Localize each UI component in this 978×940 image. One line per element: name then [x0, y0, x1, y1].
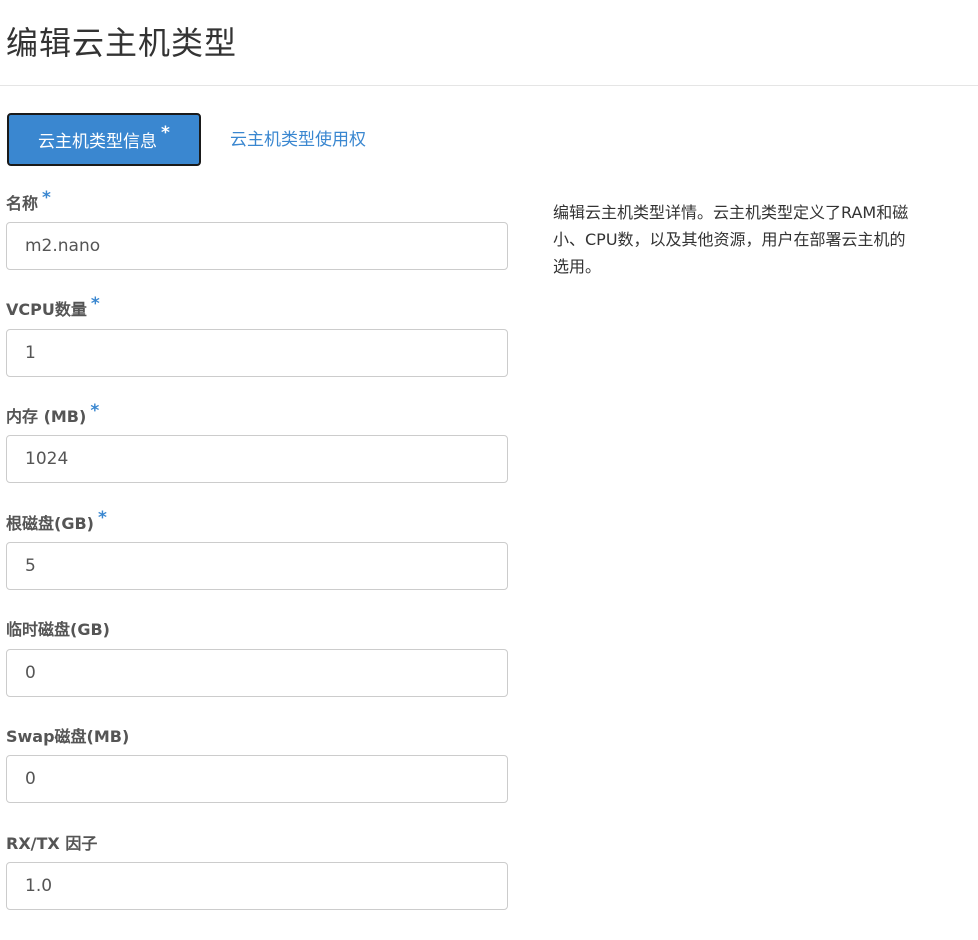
required-star-icon: * — [161, 122, 170, 143]
root-disk-label: 根磁盘(GB) * — [6, 508, 107, 534]
vcpus-label-text: VCPU数量 — [6, 300, 87, 319]
rxtx-factor-label-text: RX/TX 因子 — [6, 834, 98, 853]
required-star-icon: * — [42, 188, 51, 208]
page-title: 编辑云主机类型 — [6, 24, 238, 62]
ephemeral-disk-label: 临时磁盘(GB) — [6, 616, 110, 640]
tab-flavor-access[interactable]: 云主机类型使用权 — [230, 125, 366, 150]
help-text-line: 编辑云主机类型详情。云主机类型定义了RAM和磁 — [553, 203, 909, 222]
swap-disk-label: Swap磁盘(MB) — [6, 723, 129, 747]
required-star-icon: * — [90, 294, 100, 314]
rxtx-factor-label: RX/TX 因子 — [6, 830, 97, 854]
help-text: 编辑云主机类型详情。云主机类型定义了RAM和磁 小、CPU数，以及其他资源，用户… — [553, 199, 978, 280]
required-star-icon: * — [90, 401, 100, 421]
swap-disk-input[interactable] — [6, 755, 508, 803]
page-header: 编辑云主机类型 — [0, 0, 978, 86]
name-label: 名称 * — [6, 188, 51, 214]
name-label-text: 名称 — [6, 194, 39, 213]
rxtx-factor-input[interactable] — [6, 862, 508, 910]
help-text-line: 选用。 — [553, 257, 602, 276]
vcpus-input[interactable] — [6, 329, 508, 377]
ephemeral-disk-input[interactable] — [6, 649, 508, 697]
tab-flavor-info[interactable]: 云主机类型信息 * — [7, 113, 201, 166]
memory-label: 内存 (MB) * — [6, 401, 100, 427]
root-disk-label-text: 根磁盘(GB) — [6, 514, 94, 533]
ephemeral-disk-label-text: 临时磁盘(GB) — [6, 620, 110, 639]
root-disk-input[interactable] — [6, 542, 508, 590]
tab-flavor-info-label: 云主机类型信息 — [38, 132, 158, 152]
required-star-icon: * — [97, 508, 107, 528]
memory-input[interactable] — [6, 435, 508, 483]
help-text-line: 小、CPU数，以及其他资源，用户在部署云主机的 — [553, 230, 906, 249]
swap-disk-label-text: Swap磁盘(MB) — [6, 727, 130, 746]
name-input[interactable] — [6, 222, 508, 270]
memory-label-text: 内存 (MB) — [6, 407, 87, 426]
vcpus-label: VCPU数量 * — [6, 294, 100, 320]
